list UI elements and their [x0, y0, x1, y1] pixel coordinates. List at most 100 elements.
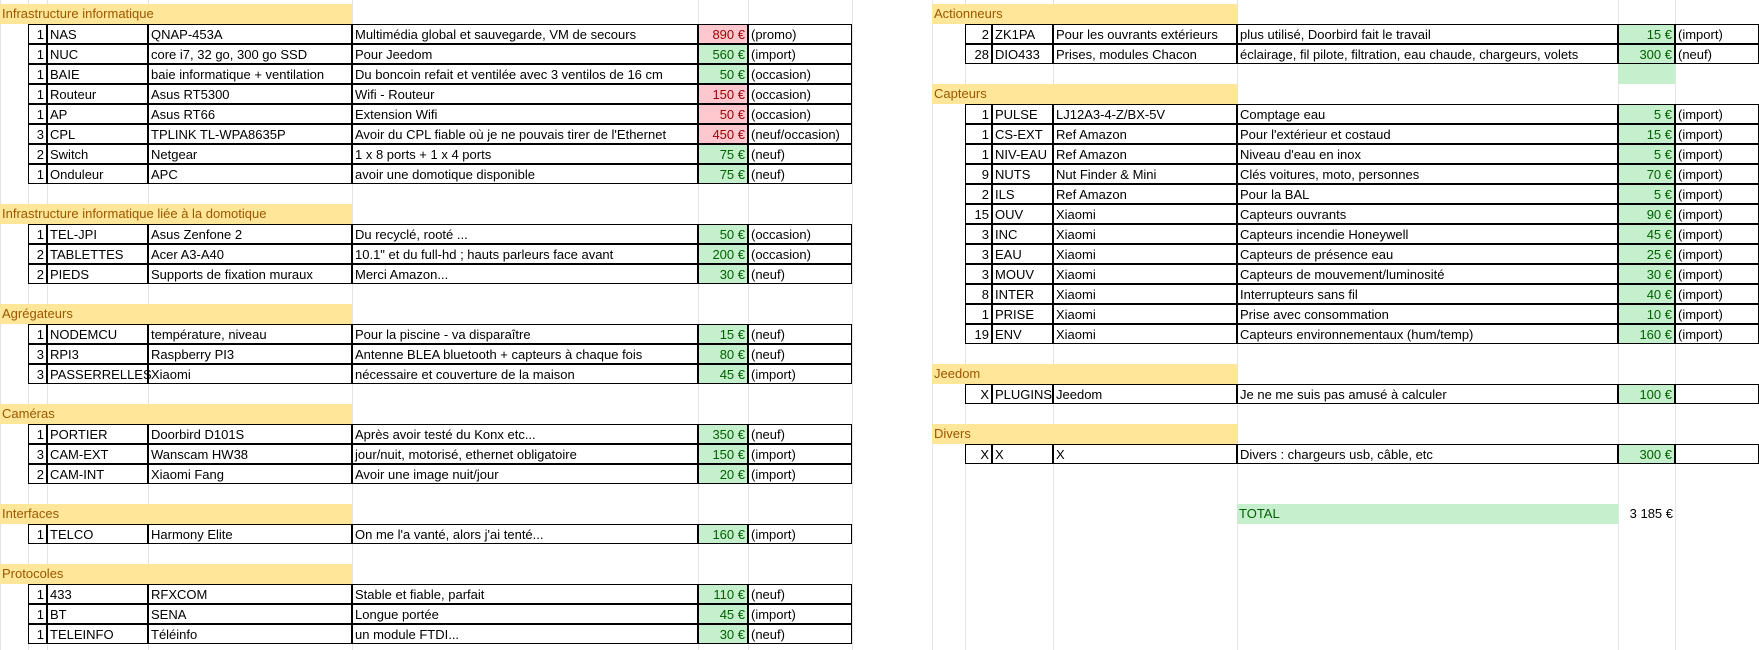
- code-cell[interactable]: AP: [47, 104, 148, 124]
- qty-cell[interactable]: 2: [28, 144, 47, 164]
- qty-cell[interactable]: 1: [965, 124, 992, 144]
- model-cell[interactable]: Prises, modules Chacon: [1053, 44, 1237, 64]
- model-cell[interactable]: baie informatique + ventilation: [148, 64, 352, 84]
- price-cell[interactable]: 70 €: [1618, 164, 1675, 184]
- desc-cell[interactable]: On me l'a vanté, alors j'ai tenté...: [352, 524, 698, 544]
- model-cell[interactable]: Xiaomi: [1053, 284, 1237, 304]
- qty-cell[interactable]: 8: [965, 284, 992, 304]
- note-cell[interactable]: (import): [1675, 104, 1759, 124]
- model-cell[interactable]: Jeedom: [1053, 384, 1237, 404]
- desc-cell[interactable]: Longue portée: [352, 604, 698, 624]
- note-cell[interactable]: (import): [1675, 244, 1759, 264]
- price-cell[interactable]: 350 €: [698, 424, 748, 444]
- note-cell[interactable]: (import): [748, 444, 852, 464]
- qty-cell[interactable]: 1: [28, 84, 47, 104]
- model-cell[interactable]: Ref Amazon: [1053, 124, 1237, 144]
- note-cell[interactable]: (neuf): [748, 624, 852, 644]
- note-cell[interactable]: (import): [748, 464, 852, 484]
- desc-cell[interactable]: Wifi - Routeur: [352, 84, 698, 104]
- price-cell[interactable]: 15 €: [1618, 24, 1675, 44]
- model-cell[interactable]: TPLINK TL-WPA8635P: [148, 124, 352, 144]
- code-cell[interactable]: X: [992, 444, 1053, 464]
- note-cell[interactable]: (import): [1675, 144, 1759, 164]
- model-cell[interactable]: core i7, 32 go, 300 go SSD: [148, 44, 352, 64]
- price-cell[interactable]: 200 €: [698, 244, 748, 264]
- code-cell[interactable]: NUTS: [992, 164, 1053, 184]
- code-cell[interactable]: NAS: [47, 24, 148, 44]
- code-cell[interactable]: CS-EXT: [992, 124, 1053, 144]
- qty-cell[interactable]: 1: [28, 624, 47, 644]
- note-cell[interactable]: (import): [1675, 204, 1759, 224]
- code-cell[interactable]: CPL: [47, 124, 148, 144]
- price-cell[interactable]: 50 €: [698, 104, 748, 124]
- desc-cell[interactable]: Extension Wifi: [352, 104, 698, 124]
- desc-cell[interactable]: Capteurs incendie Honeywell: [1237, 224, 1618, 244]
- qty-cell[interactable]: 3: [28, 444, 47, 464]
- qty-cell[interactable]: 3: [28, 364, 47, 384]
- qty-cell[interactable]: 2: [28, 464, 47, 484]
- note-cell[interactable]: (neuf): [1675, 44, 1759, 64]
- model-cell[interactable]: Téléinfo: [148, 624, 352, 644]
- model-cell[interactable]: SENA: [148, 604, 352, 624]
- price-cell[interactable]: 15 €: [1618, 124, 1675, 144]
- code-cell[interactable]: PASSERRELLES: [47, 364, 152, 384]
- qty-cell[interactable]: 1: [28, 604, 47, 624]
- qty-cell[interactable]: 9: [965, 164, 992, 184]
- model-cell[interactable]: Ref Amazon: [1053, 184, 1237, 204]
- qty-cell[interactable]: 28: [965, 44, 992, 64]
- qty-cell[interactable]: 2: [965, 24, 992, 44]
- note-cell[interactable]: (import): [1675, 184, 1759, 204]
- model-cell[interactable]: Raspberry PI3: [148, 344, 352, 364]
- desc-cell[interactable]: Avoir du CPL fiable où je ne pouvais tir…: [352, 124, 698, 144]
- price-cell[interactable]: 50 €: [698, 224, 748, 244]
- code-cell[interactable]: INC: [992, 224, 1053, 244]
- code-cell[interactable]: Switch: [47, 144, 148, 164]
- code-cell[interactable]: OUV: [992, 204, 1053, 224]
- qty-cell[interactable]: 19: [965, 324, 992, 344]
- price-cell[interactable]: 150 €: [698, 444, 748, 464]
- price-cell[interactable]: 300 €: [1618, 44, 1675, 64]
- model-cell[interactable]: Nut Finder & Mini: [1053, 164, 1237, 184]
- price-cell[interactable]: 300 €: [1618, 444, 1675, 464]
- model-cell[interactable]: température, niveau: [148, 324, 352, 344]
- desc-cell[interactable]: Du recyclé, rooté ...: [352, 224, 698, 244]
- qty-cell[interactable]: 1: [28, 164, 47, 184]
- desc-cell[interactable]: plus utilisé, Doorbird fait le travail: [1237, 24, 1618, 44]
- note-cell[interactable]: (import): [1675, 284, 1759, 304]
- desc-cell[interactable]: Multimédia global et sauvegarde, VM de s…: [352, 24, 698, 44]
- model-cell[interactable]: QNAP-453A: [148, 24, 352, 44]
- qty-cell[interactable]: X: [965, 444, 992, 464]
- desc-cell[interactable]: éclairage, fil pilote, filtration, eau c…: [1237, 44, 1618, 64]
- desc-cell[interactable]: Stable et fiable, parfait: [352, 584, 698, 604]
- model-cell[interactable]: Xiaomi: [1053, 244, 1237, 264]
- price-cell[interactable]: 100 €: [1618, 384, 1675, 404]
- note-cell[interactable]: (occasion): [748, 224, 852, 244]
- note-cell[interactable]: (occasion): [748, 84, 852, 104]
- desc-cell[interactable]: Après avoir testé du Konx etc...: [352, 424, 698, 444]
- qty-cell[interactable]: 3: [965, 224, 992, 244]
- price-cell[interactable]: 20 €: [698, 464, 748, 484]
- qty-cell[interactable]: 1: [28, 324, 47, 344]
- code-cell[interactable]: NUC: [47, 44, 148, 64]
- note-cell[interactable]: (occasion): [748, 104, 852, 124]
- price-cell[interactable]: 50 €: [698, 64, 748, 84]
- price-cell[interactable]: 30 €: [698, 624, 748, 644]
- code-cell[interactable]: PLUGINS: [992, 384, 1053, 404]
- code-cell[interactable]: ENV: [992, 324, 1053, 344]
- desc-cell[interactable]: Niveau d'eau en inox: [1237, 144, 1618, 164]
- desc-cell[interactable]: Je ne me suis pas amusé à calculer: [1237, 384, 1618, 404]
- code-cell[interactable]: 433: [47, 584, 148, 604]
- qty-cell[interactable]: 3: [965, 264, 992, 284]
- price-cell[interactable]: 5 €: [1618, 184, 1675, 204]
- desc-cell[interactable]: Divers : chargeurs usb, câble, etc: [1237, 444, 1618, 464]
- qty-cell[interactable]: 1: [28, 44, 47, 64]
- desc-cell[interactable]: Pour Jeedom: [352, 44, 698, 64]
- qty-cell[interactable]: X: [965, 384, 992, 404]
- qty-cell[interactable]: 3: [28, 124, 47, 144]
- code-cell[interactable]: BAIE: [47, 64, 148, 84]
- note-cell[interactable]: (import): [1675, 164, 1759, 184]
- qty-cell[interactable]: 1: [965, 304, 992, 324]
- qty-cell[interactable]: 1: [965, 144, 992, 164]
- desc-cell[interactable]: Pour la BAL: [1237, 184, 1618, 204]
- code-cell[interactable]: NIV-EAU: [992, 144, 1053, 164]
